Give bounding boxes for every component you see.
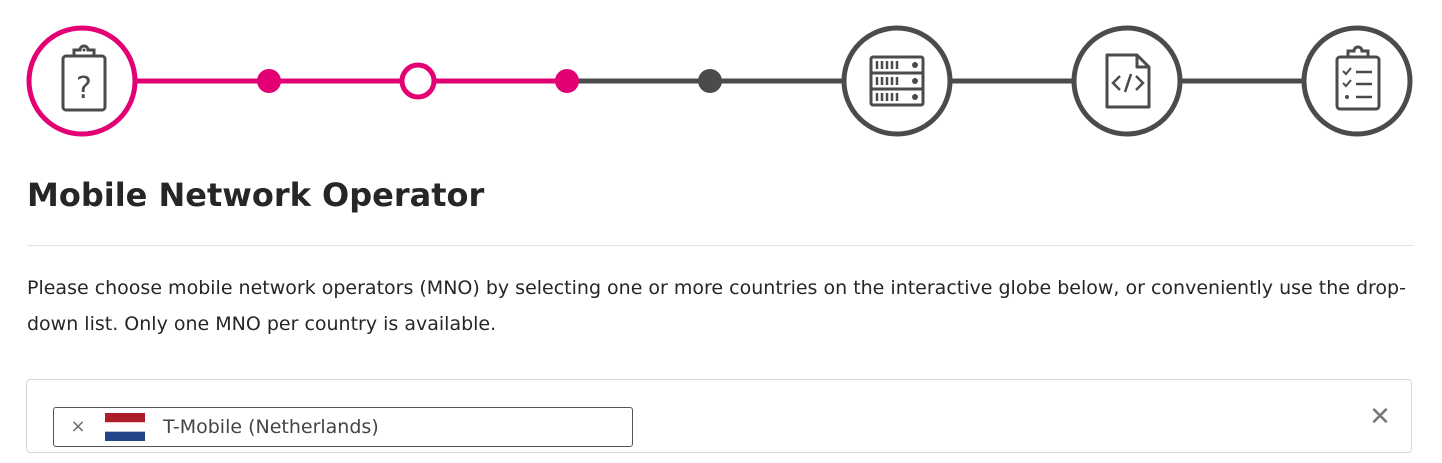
step-5-dot[interactable] [698,69,722,93]
step-6[interactable] [841,25,953,137]
svg-text:?: ? [76,71,92,106]
clear-all-button[interactable]: ✕ [1368,402,1392,432]
step-3-dot[interactable] [399,62,437,100]
chip-remove-button[interactable]: × [68,415,88,439]
step-2-dot[interactable] [257,69,281,93]
page-description: Please choose mobile network operators (… [27,277,1406,335]
step-4-dot[interactable] [555,69,579,93]
step-8[interactable] [1301,25,1413,137]
progress-stepper: ? [0,0,1442,160]
stepper-graphic: ? [26,25,1413,137]
netherlands-flag-icon [105,413,145,441]
mno-multiselect[interactable]: × T-Mobile (Netherlands) ✕ [26,379,1412,453]
selected-mno-chip[interactable]: × T-Mobile (Netherlands) [53,407,633,447]
step-1[interactable]: ? [26,25,138,137]
section-divider [27,245,1414,246]
page-title: Mobile Network Operator [27,176,485,214]
step-7[interactable] [1071,25,1183,137]
chip-label: T-Mobile (Netherlands) [163,416,379,438]
